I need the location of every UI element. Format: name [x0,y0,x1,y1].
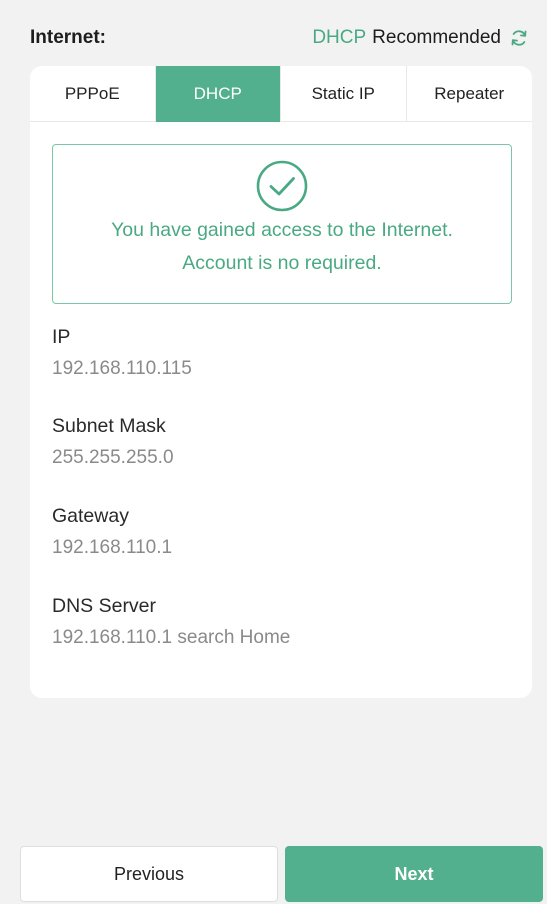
recommendation: DHCP Recommended [312,27,529,49]
field-ip: IP 192.168.110.115 [52,324,512,382]
field-label: Gateway [52,505,129,527]
field-label: IP [52,326,71,348]
check-circle-icon [256,160,308,212]
previous-button[interactable]: Previous [20,846,278,902]
tab-static-ip[interactable]: Static IP [281,66,407,122]
connection-card: PPPoE DHCP Static IP Repeater You have g… [30,66,532,698]
next-button[interactable]: Next [285,846,543,902]
success-notice: You have gained access to the Internet. … [52,144,512,304]
field-value: 255.255.255.0 [52,447,174,468]
internet-label: Internet: [30,27,106,48]
field-value: 192.168.110.1 search Home [52,627,291,648]
field-value: 192.168.110.115 [52,358,192,379]
recommended-text: Recommended [372,27,501,48]
field-gateway: Gateway 192.168.110.1 [52,503,512,561]
footer-actions: Previous Next [0,828,547,904]
recommended-mode: DHCP [312,27,367,48]
field-value: 192.168.110.1 [52,537,173,558]
field-label: Subnet Mask [52,415,166,437]
field-label: DNS Server [52,595,157,617]
notice-line-2: Account is no required. [182,252,382,274]
field-dns-server: DNS Server 192.168.110.1 search Home [52,593,512,651]
tab-pppoe[interactable]: PPPoE [30,66,156,122]
notice-line-1: You have gained access to the Internet. [111,219,453,241]
tab-dhcp[interactable]: DHCP [155,66,281,122]
internet-header: Internet: DHCP Recommended [30,22,529,54]
refresh-icon[interactable] [509,28,529,48]
tab-repeater[interactable]: Repeater [407,66,533,122]
field-subnet-mask: Subnet Mask 255.255.255.0 [52,413,512,471]
connection-type-tabs: PPPoE DHCP Static IP Repeater [30,66,532,122]
